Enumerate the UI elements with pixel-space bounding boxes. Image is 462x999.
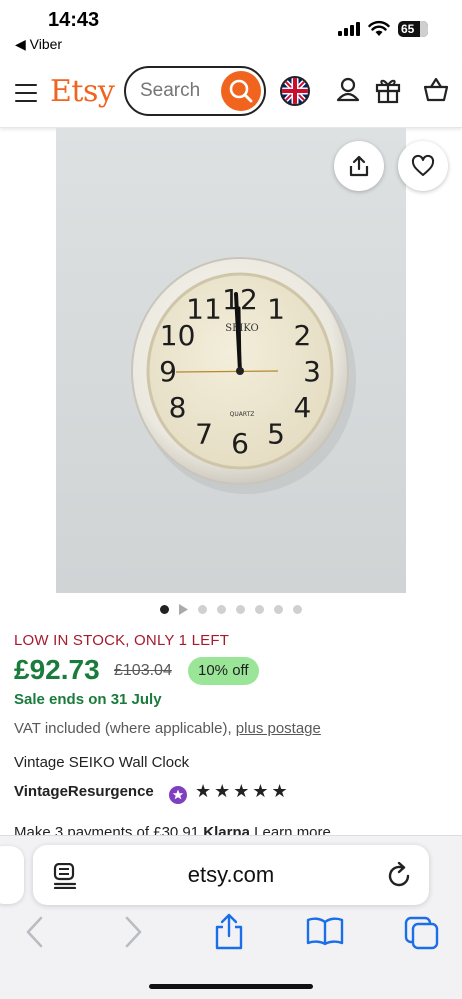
- back-icon[interactable]: [24, 916, 46, 948]
- site-header: Etsy: [0, 58, 462, 128]
- discount-badge: 10% off: [188, 657, 259, 685]
- uk-flag-icon[interactable]: [280, 76, 310, 106]
- status-bar: 14:43 ◀ Viber 65: [0, 0, 462, 58]
- clock-numeral: 9: [159, 355, 177, 388]
- gift-icon[interactable]: [375, 76, 401, 104]
- carousel-dot[interactable]: [274, 605, 283, 614]
- vat-text: VAT included (where applicable),: [14, 720, 236, 737]
- wifi-icon: [368, 20, 390, 36]
- back-to-app-link[interactable]: ◀ Viber: [15, 36, 62, 53]
- carousel-dot[interactable]: [198, 605, 207, 614]
- battery-icon: 65: [398, 21, 428, 37]
- account-icon[interactable]: [336, 76, 360, 104]
- share-icon: [349, 155, 369, 177]
- vat-info: VAT included (where applicable), plus po…: [14, 720, 321, 737]
- menu-icon[interactable]: [15, 84, 37, 108]
- clock-numeral: 3: [303, 355, 321, 388]
- clock-numeral: 5: [267, 417, 285, 450]
- carousel-dot[interactable]: [217, 605, 226, 614]
- favorite-button[interactable]: [398, 141, 448, 191]
- carousel-dot[interactable]: [255, 605, 264, 614]
- search-box[interactable]: [124, 66, 266, 116]
- clock-brand-text: SEIKO: [225, 323, 259, 334]
- search-input[interactable]: [140, 80, 220, 102]
- current-price: £92.73: [14, 654, 100, 685]
- carousel-indicator[interactable]: [0, 604, 462, 616]
- clock-numeral: 6: [231, 427, 249, 460]
- cart-icon[interactable]: [423, 76, 449, 104]
- share-button[interactable]: [334, 141, 384, 191]
- clock-numeral: 8: [169, 391, 187, 424]
- original-price: £103.04: [114, 662, 172, 679]
- sale-end-text: Sale ends on 31 July: [14, 691, 162, 708]
- clock-numeral: 4: [293, 391, 311, 424]
- battery-level: 65: [401, 22, 415, 36]
- play-video-icon[interactable]: [178, 604, 188, 615]
- home-indicator: [149, 984, 313, 989]
- cellular-signal-icon: [338, 22, 362, 36]
- clock-numeral: 1: [267, 293, 285, 326]
- search-icon: [229, 79, 253, 103]
- star-seller-badge-icon: [169, 786, 187, 804]
- clock-quartz-text: QUARTZ: [230, 411, 255, 418]
- bookmarks-icon[interactable]: [306, 916, 344, 946]
- clock-numeral: 11: [186, 293, 222, 326]
- clock-numeral: 2: [293, 319, 311, 352]
- carousel-dot[interactable]: [160, 605, 169, 614]
- clock-illustration: 12 1234567891011 SEIKO QUARTZ: [131, 257, 356, 494]
- url-text: etsy.com: [187, 862, 275, 887]
- product-title: Vintage SEIKO Wall Clock: [14, 754, 190, 771]
- previous-tab-preview[interactable]: [0, 846, 24, 904]
- forward-icon[interactable]: [122, 916, 144, 948]
- tabs-icon[interactable]: [404, 916, 440, 950]
- etsy-logo[interactable]: Etsy: [50, 74, 115, 109]
- product-image[interactable]: 12 1 2 3 4 5 6 7 8 9 10 11 SEIKO QUARTZ: [56, 128, 406, 593]
- share-sheet-icon[interactable]: [214, 912, 244, 950]
- rating-stars[interactable]: ★★★★★: [195, 781, 291, 802]
- postage-link[interactable]: plus postage: [236, 720, 321, 737]
- carousel-dot[interactable]: [293, 605, 302, 614]
- reload-icon[interactable]: [387, 862, 413, 890]
- carousel-dot[interactable]: [236, 605, 245, 614]
- shop-name-link[interactable]: VintageResurgence: [14, 783, 154, 800]
- heart-icon: [411, 154, 435, 176]
- search-button[interactable]: [221, 71, 261, 111]
- stock-notice: LOW IN STOCK, ONLY 1 LEFT: [14, 632, 230, 649]
- browser-toolbar: etsy.com: [0, 835, 462, 999]
- status-time: 14:43: [48, 9, 100, 31]
- address-bar[interactable]: etsy.com: [33, 845, 429, 905]
- clock-numeral: 7: [195, 417, 213, 450]
